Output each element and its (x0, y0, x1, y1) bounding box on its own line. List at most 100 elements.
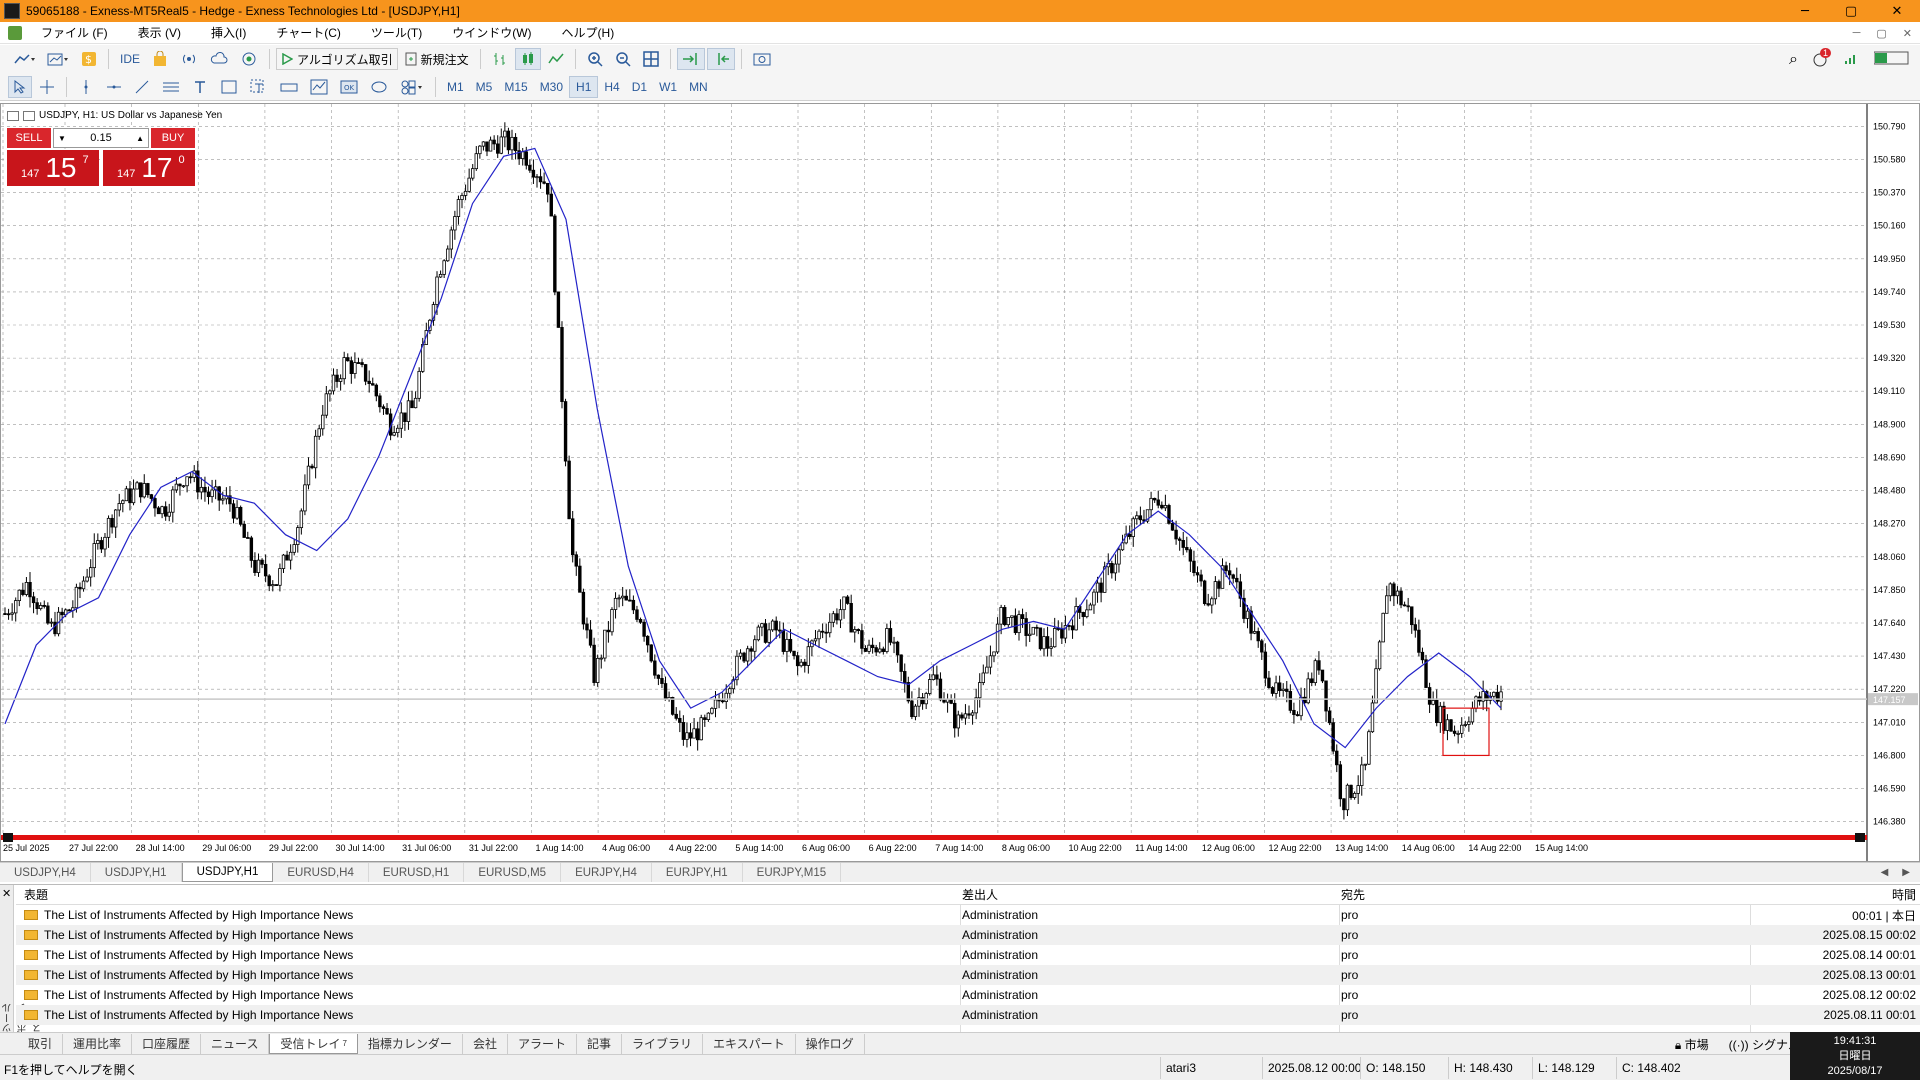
table-row[interactable]: The List of Instruments Affected by High… (16, 965, 1920, 985)
tab-scroll-left-icon[interactable]: ◀ (1881, 867, 1889, 878)
chart-tab[interactable]: USDJPY,H1 (181, 863, 274, 882)
candlestick-chart-icon[interactable] (514, 48, 541, 70)
price-chart[interactable]: 150.790 150.580 150.370 150.160 149.950 149.7… (1, 104, 1919, 861)
buy-button[interactable]: BUY (151, 128, 195, 148)
mdi-close-button[interactable]: ✕ (1903, 27, 1912, 40)
notifications-icon[interactable]: 1 (1812, 48, 1832, 68)
chart-window[interactable]: 150.790 150.580 150.370 150.160 149.950 149.7… (0, 103, 1920, 862)
mdi-restore-button[interactable]: ▢ (1876, 27, 1886, 40)
buy-price[interactable]: 147 17 0 (103, 150, 195, 186)
search-icon[interactable]: ⌕ (1789, 49, 1798, 69)
chart-tab-scroll[interactable]: ◀ ▶ (1871, 863, 1920, 882)
col-time[interactable]: 時間 (1892, 886, 1916, 903)
toolbox-close-icon[interactable]: ✕ (2, 887, 11, 900)
timeframe-m30[interactable]: M30 (534, 76, 569, 98)
table-row[interactable]: The List of Instruments Affected by High… (16, 1005, 1920, 1025)
ide-button[interactable]: IDE (115, 48, 145, 70)
chart-tab[interactable]: EURJPY,H4 (561, 863, 652, 882)
profiles-icon[interactable] (42, 48, 74, 70)
minimize-button[interactable]: ─ (1782, 0, 1828, 22)
tile-windows-icon[interactable] (638, 48, 664, 70)
chart-tab[interactable]: EURUSD,H1 (369, 863, 465, 882)
timeframe-w1[interactable]: W1 (653, 76, 683, 98)
lot-increase-icon[interactable]: ▲ (136, 134, 144, 143)
toolbox-tab[interactable]: 記事 (577, 1033, 622, 1054)
table-row[interactable]: The List of Instruments Affected by High… (16, 925, 1920, 945)
tab-scroll-right-icon[interactable]: ▶ (1902, 867, 1910, 878)
menu-help[interactable]: ヘルプ(H) (547, 24, 630, 41)
close-button[interactable]: ✕ (1874, 0, 1920, 22)
timeframe-h1[interactable]: H1 (569, 75, 599, 98)
indicator-chart-icon[interactable] (305, 76, 333, 98)
vertical-line-icon[interactable] (73, 76, 99, 98)
col-subject[interactable]: 表題 (24, 886, 48, 903)
table-row[interactable]: The List of Instruments Affected by High… (16, 945, 1920, 965)
mdi-minimize-button[interactable]: ─ (1853, 27, 1861, 39)
chart-tab[interactable]: EURUSD,M5 (464, 863, 562, 882)
menu-view[interactable]: 表示 (V) (123, 24, 196, 41)
algo-trading-button[interactable]: アルゴリズム取引 (276, 48, 398, 70)
text-tool-icon[interactable] (187, 76, 213, 98)
toolbox-tab[interactable]: 取引 (18, 1033, 64, 1054)
market-button[interactable]: 🔒︎ 市場 (1675, 1036, 1709, 1053)
ruler-icon[interactable] (275, 76, 303, 98)
signals-icon[interactable] (175, 48, 203, 70)
zoom-in-icon[interactable] (582, 48, 608, 70)
chart-tab[interactable]: EURJPY,H1 (652, 863, 743, 882)
cursor-icon[interactable] (8, 75, 32, 98)
chart-tab[interactable]: EURUSD,H4 (273, 863, 369, 882)
ellipse-icon[interactable] (365, 76, 393, 98)
toolbox-tab[interactable]: 会社 (463, 1033, 508, 1054)
chart-tab[interactable]: EURJPY,M15 (743, 863, 842, 882)
toolbox-tab[interactable]: 指標カレンダー (358, 1033, 463, 1054)
menu-tools[interactable]: ツール(T) (356, 24, 437, 41)
col-to[interactable]: 宛先 (1341, 886, 1365, 903)
mdi-chart-icon[interactable] (8, 25, 22, 40)
table-row[interactable]: The List of Instruments Affected by High… (16, 905, 1920, 925)
timeframe-m15[interactable]: M15 (498, 76, 533, 98)
chart-type-icon[interactable] (8, 48, 40, 70)
toolbox-tab[interactable]: 口座履歴 (132, 1033, 202, 1054)
more-shapes-icon[interactable] (395, 76, 429, 98)
horizontal-line-icon[interactable] (101, 76, 127, 98)
col-from[interactable]: 差出人 (962, 886, 998, 903)
chart-menu-icon[interactable] (7, 110, 19, 121)
ok-button-icon[interactable]: OK (335, 76, 363, 98)
timeframe-d1[interactable]: D1 (626, 76, 653, 98)
screenshot-icon[interactable] (748, 48, 776, 70)
lot-decrease-icon[interactable]: ▼ (58, 134, 66, 143)
marketplace-icon[interactable] (147, 48, 173, 70)
zoom-out-icon[interactable] (610, 48, 636, 70)
toolbox-tab[interactable]: 操作ログ (796, 1033, 865, 1054)
chart-tab[interactable]: USDJPY,H1 (91, 863, 182, 882)
table-row[interactable]: The List of Instruments Affected by High… (16, 985, 1920, 1005)
crosshair-icon[interactable] (34, 76, 60, 98)
toolbox-tab[interactable]: アラート (508, 1033, 577, 1054)
sell-price[interactable]: 147 15 7 (7, 150, 99, 186)
menu-file[interactable]: ファイル (F) (26, 24, 123, 41)
menu-chart[interactable]: チャート(C) (261, 24, 356, 41)
toolbox-tab[interactable]: 受信トレイ 7 (269, 1033, 358, 1054)
timeframe-mn[interactable]: MN (683, 76, 714, 98)
sell-button[interactable]: SELL (7, 128, 51, 148)
vps-cloud-icon[interactable] (205, 48, 233, 70)
trendline-icon[interactable] (129, 76, 155, 98)
community-icon[interactable] (235, 48, 263, 70)
toolbox-tab[interactable]: 運用比率 (63, 1033, 133, 1054)
menu-insert[interactable]: 挿入(I) (196, 24, 261, 41)
lot-size-input[interactable]: ▼ 0.15 ▲ (53, 128, 149, 148)
menu-window[interactable]: ウインドウ(W) (437, 24, 546, 41)
line-chart-icon[interactable] (543, 48, 569, 70)
timeframe-m5[interactable]: M5 (470, 76, 499, 98)
channel-icon[interactable] (157, 76, 185, 98)
timeframe-h4[interactable]: H4 (598, 76, 625, 98)
shapes-icon[interactable] (215, 76, 243, 98)
new-order-button[interactable]: 新規注文 (400, 48, 474, 70)
toolbox-tab[interactable]: エキスパート (703, 1033, 796, 1054)
toolbox-tab[interactable]: ライブラリ (622, 1033, 703, 1054)
toolbox-tab[interactable]: ニュース (201, 1033, 270, 1054)
timeframe-m1[interactable]: M1 (441, 76, 470, 98)
bar-chart-icon[interactable] (487, 48, 513, 70)
chart-shift-icon[interactable] (706, 48, 735, 70)
dollar-icon[interactable]: $ (76, 48, 102, 70)
